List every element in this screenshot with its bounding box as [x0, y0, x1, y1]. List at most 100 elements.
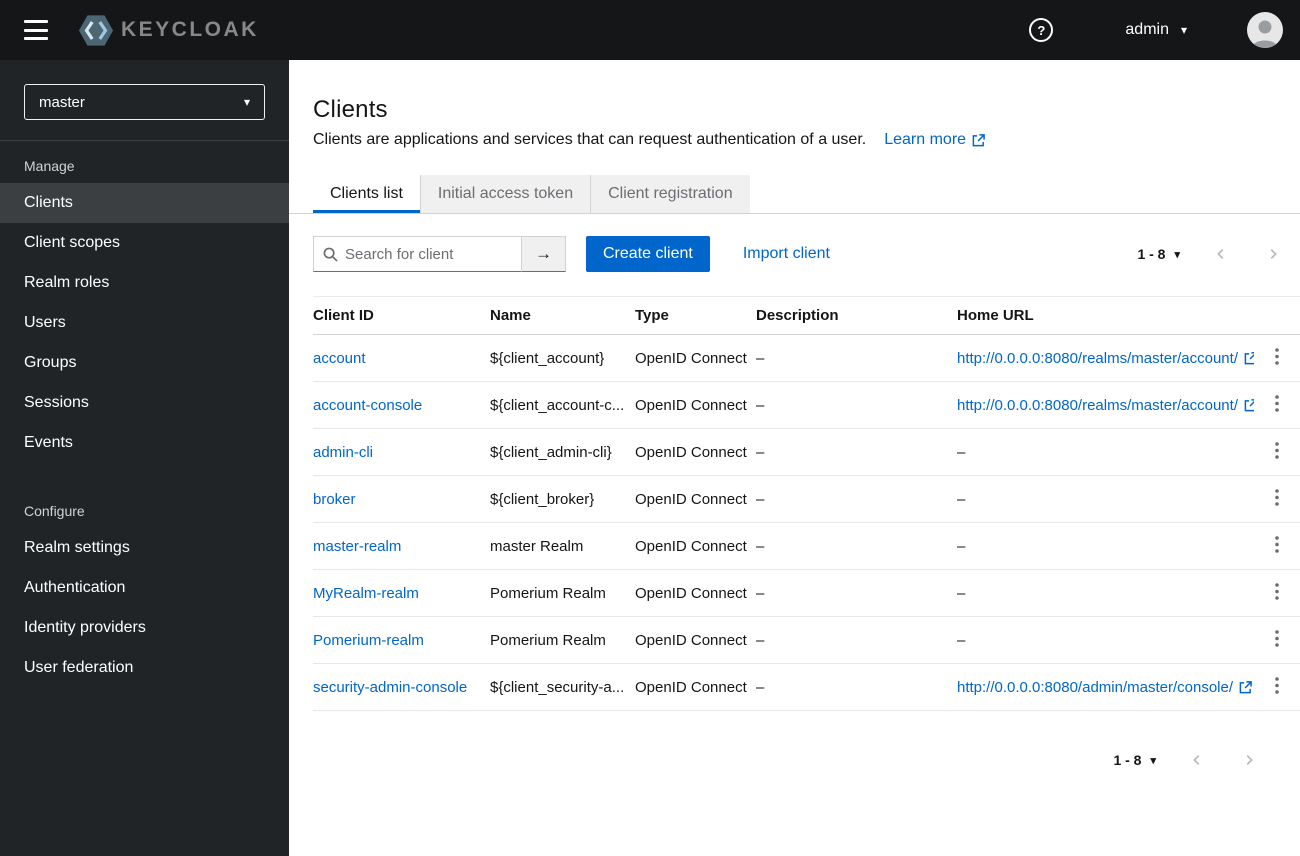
column-header-client-id: Client ID — [313, 296, 490, 335]
chevron-down-icon: ▾ — [1150, 754, 1156, 767]
realm-selector[interactable]: master ▾ — [24, 84, 265, 120]
row-actions-kebab-button[interactable] — [1265, 627, 1289, 653]
row-actions-kebab-button[interactable] — [1265, 674, 1289, 700]
client-type: OpenID Connect — [635, 443, 747, 461]
sidebar: master ▾ Manage Clients Client scopes Re… — [0, 60, 289, 856]
tab-initial-access-token[interactable]: Initial access token — [419, 175, 591, 213]
sidebar-item-users[interactable]: Users — [0, 303, 289, 343]
kebab-icon — [1275, 395, 1279, 412]
top-pagination: 1 - 8 ▾ — [1137, 242, 1284, 266]
client-id-link[interactable]: account — [313, 350, 366, 367]
search-input[interactable] — [345, 245, 521, 263]
client-id-link[interactable]: MyRealm-realm — [313, 585, 419, 602]
row-actions-kebab-button[interactable] — [1265, 580, 1289, 606]
sidebar-item-authentication[interactable]: Authentication — [0, 568, 289, 608]
toolbar: → Create client Import client 1 - 8 ▾ — [313, 236, 1300, 272]
kebab-icon — [1275, 583, 1279, 600]
avatar[interactable] — [1247, 12, 1283, 48]
nav-toggle-button[interactable] — [24, 20, 48, 40]
pagination-next-button[interactable] — [1238, 748, 1260, 772]
client-id-link[interactable]: admin-cli — [313, 444, 373, 461]
client-id-link[interactable]: account-console — [313, 397, 422, 414]
page-title: Clients — [313, 96, 388, 123]
table-row: broker ${client_broker} OpenID Connect –… — [313, 475, 1300, 523]
external-link-icon — [1244, 351, 1254, 364]
pagination-prev-button[interactable] — [1210, 242, 1232, 266]
row-actions-kebab-button[interactable] — [1265, 533, 1289, 559]
client-name: ${client_account-c... — [490, 396, 625, 414]
sidebar-item-clients[interactable]: Clients — [0, 183, 289, 223]
external-link-icon — [972, 133, 985, 146]
column-header-type: Type — [635, 296, 756, 335]
tab-client-registration[interactable]: Client registration — [590, 175, 750, 213]
row-actions-kebab-button[interactable] — [1265, 345, 1289, 371]
column-header-description: Description — [756, 296, 957, 335]
client-description: – — [756, 443, 765, 461]
sidebar-section-manage: Manage — [24, 158, 75, 174]
sidebar-item-events[interactable]: Events — [0, 423, 289, 463]
home-url-empty: – — [957, 584, 966, 602]
masthead-actions: ? admin ▾ — [1029, 12, 1283, 48]
keycloak-logo: KEYCLOAK — [78, 14, 259, 47]
home-url-link[interactable]: http://0.0.0.0:8080/realms/master/accoun… — [957, 350, 1254, 367]
row-actions-kebab-button[interactable] — [1265, 439, 1289, 465]
sidebar-item-client-scopes[interactable]: Client scopes — [0, 223, 289, 263]
kebab-icon — [1275, 536, 1279, 553]
sidebar-item-groups[interactable]: Groups — [0, 343, 289, 383]
arrow-right-icon: → — [535, 244, 552, 263]
bottom-pagination: 1 - 8 ▾ — [313, 748, 1260, 772]
client-id-link[interactable]: broker — [313, 491, 356, 508]
client-name: Pomerium Realm — [490, 584, 606, 602]
table-header-row: Client ID Name Type Description Home URL — [313, 296, 1300, 335]
client-name: ${client_security-a... — [490, 678, 625, 696]
sidebar-item-realm-settings[interactable]: Realm settings — [0, 528, 289, 568]
client-type: OpenID Connect — [635, 631, 747, 649]
table-row: admin-cli ${client_admin-cli} OpenID Con… — [313, 428, 1300, 476]
client-type: OpenID Connect — [635, 584, 747, 602]
username-label: admin — [1125, 21, 1169, 38]
chevron-left-icon — [1217, 249, 1224, 259]
pagination-range-dropdown[interactable]: 1 - 8 ▾ — [1113, 752, 1156, 768]
pagination-range-dropdown[interactable]: 1 - 8 ▾ — [1137, 246, 1180, 262]
row-actions-kebab-button[interactable] — [1265, 486, 1289, 512]
user-menu-dropdown[interactable]: admin ▾ — [1125, 21, 1187, 39]
client-type: OpenID Connect — [635, 349, 747, 367]
clients-table: Client ID Name Type Description Home URL… — [313, 296, 1300, 711]
home-url-link[interactable]: http://0.0.0.0:8080/realms/master/accoun… — [957, 397, 1254, 414]
client-type: OpenID Connect — [635, 678, 747, 696]
client-type: OpenID Connect — [635, 396, 747, 414]
chevron-down-icon: ▾ — [243, 95, 250, 109]
table-row: account ${client_account} OpenID Connect… — [313, 334, 1300, 382]
tab-clients-list[interactable]: Clients list — [313, 175, 420, 213]
home-url-link[interactable]: http://0.0.0.0:8080/admin/master/console… — [957, 679, 1252, 696]
client-name: ${client_admin-cli} — [490, 443, 612, 461]
row-actions-kebab-button[interactable] — [1265, 392, 1289, 418]
tab-bar: Clients list Initial access token Client… — [289, 175, 1300, 214]
sidebar-item-identity-providers[interactable]: Identity providers — [0, 608, 289, 648]
chevron-down-icon: ▾ — [1174, 248, 1180, 261]
pagination-prev-button[interactable] — [1186, 748, 1208, 772]
help-icon[interactable]: ? — [1029, 18, 1054, 42]
client-name: ${client_broker} — [490, 490, 595, 508]
client-id-link[interactable]: Pomerium-realm — [313, 632, 424, 649]
sidebar-item-sessions[interactable]: Sessions — [0, 383, 289, 423]
column-header-home-url: Home URL — [957, 296, 1254, 335]
home-url-empty: – — [957, 443, 966, 461]
client-type: OpenID Connect — [635, 537, 747, 555]
sidebar-item-realm-roles[interactable]: Realm roles — [0, 263, 289, 303]
table-row: Pomerium-realm Pomerium Realm OpenID Con… — [313, 616, 1300, 664]
chevron-right-icon — [1246, 755, 1253, 765]
client-id-link[interactable]: master-realm — [313, 538, 401, 555]
column-header-name: Name — [490, 296, 635, 335]
search-submit-button[interactable]: → — [522, 236, 566, 272]
import-client-link[interactable]: Import client — [743, 245, 830, 263]
kebab-icon — [1275, 489, 1279, 506]
sidebar-item-user-federation[interactable]: User federation — [0, 648, 289, 688]
brand-wordmark: KEYCLOAK — [121, 18, 259, 41]
create-client-button[interactable]: Create client — [586, 236, 710, 272]
pagination-next-button[interactable] — [1262, 242, 1284, 266]
client-id-link[interactable]: security-admin-console — [313, 679, 467, 696]
sidebar-section-configure: Configure — [24, 503, 85, 519]
learn-more-link[interactable]: Learn more — [884, 131, 985, 149]
table-row: security-admin-console ${client_security… — [313, 663, 1300, 711]
